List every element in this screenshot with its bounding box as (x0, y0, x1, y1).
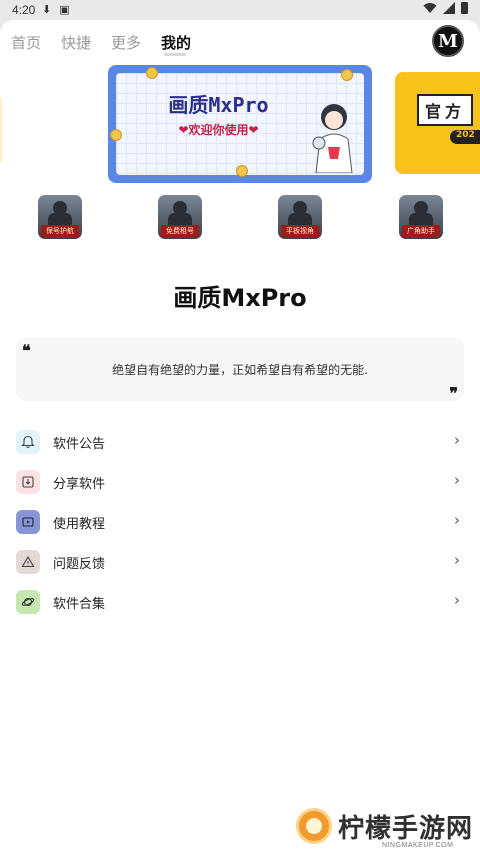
app-label: 免费租号 (161, 225, 199, 237)
warning-icon (16, 550, 40, 574)
menu-label: 使用教程 (53, 517, 106, 532)
banner-title: 画质MxPro (168, 93, 269, 117)
settings-menu: 软件公告 › 分享软件 › 使用教程 › 问题反馈 › 软件合集 › (0, 422, 480, 622)
download-box-icon (16, 470, 40, 494)
app-shortcut-protect[interactable]: 保号护航 (38, 195, 82, 239)
anime-girl-illustration (312, 104, 353, 173)
video-icon (16, 510, 40, 534)
quote-text: 绝望自有绝望的力量，正如希望自有希望的无能. (112, 363, 368, 377)
menu-item-feedback[interactable]: 问题反馈 › (0, 542, 480, 582)
planet-icon (16, 590, 40, 614)
banner-side-year: 202 (450, 130, 480, 144)
app-shortcut-tablet-view[interactable]: 平板视角 (278, 195, 322, 239)
menu-label: 软件公告 (53, 437, 106, 452)
chevron-right-icon: › (454, 591, 460, 609)
app-label: 保号护航 (41, 225, 79, 237)
menu-item-announcement[interactable]: 软件公告 › (0, 422, 480, 462)
app-logo[interactable]: M (432, 25, 464, 57)
app-shortcut-wide-angle[interactable]: 广角助手 (399, 195, 443, 239)
logo-letter: M (438, 30, 458, 52)
menu-label: 软件合集 (53, 597, 106, 612)
tab-indicator (164, 53, 186, 56)
app-label: 广角助手 (402, 225, 440, 237)
quote-close-icon: ❞ (449, 384, 458, 403)
banner-prev-peek[interactable] (0, 95, 2, 165)
battery-icon (461, 2, 468, 14)
menu-item-collection[interactable]: 软件合集 › (0, 582, 480, 622)
tab-more[interactable]: 更多 (111, 32, 141, 53)
app-shortcut-free-rent[interactable]: 免费租号 (158, 195, 202, 239)
coin-icon (341, 69, 353, 81)
coin-icon (236, 165, 248, 177)
menu-label: 问题反馈 (53, 557, 106, 572)
tab-home[interactable]: 首页 (11, 32, 41, 53)
signal-icon (443, 2, 455, 14)
menu-label: 分享软件 (53, 477, 106, 492)
tab-shortcuts[interactable]: 快捷 (61, 32, 91, 53)
tab-mine[interactable]: 我的 (161, 32, 191, 53)
app-notification-icon: ▣ (59, 3, 70, 16)
chevron-right-icon: › (454, 431, 460, 449)
site-watermark: 柠檬手游网 NINGMAKEUP.COM (296, 806, 476, 853)
quote-card: ❝ 绝望自有绝望的力量，正如希望自有希望的无能. ❞ (16, 337, 464, 403)
chevron-right-icon: › (454, 551, 460, 569)
bell-icon (16, 430, 40, 454)
banner-main[interactable]: 画质MxPro ❤欢迎你使用❤ (108, 65, 372, 183)
lemon-logo-icon (296, 808, 332, 844)
app-title: 画质MxPro (173, 284, 307, 312)
page-card: 首页 快捷 更多 我的 M 画质MxPro ❤欢迎你使用❤ 官方 202 保号护… (0, 20, 480, 853)
menu-item-share[interactable]: 分享软件 › (0, 462, 480, 502)
coin-icon (146, 67, 158, 79)
quote-open-icon: ❝ (22, 341, 31, 360)
app-shortcuts: 保号护航 免费租号 平板视角 广角助手 (0, 195, 480, 241)
top-nav: 首页 快捷 更多 我的 M (0, 20, 480, 66)
download-icon: ⬇ (42, 3, 52, 16)
status-time: 4:20 (12, 3, 36, 17)
wifi-icon (423, 3, 437, 13)
watermark-text: 柠檬手游网 (338, 814, 474, 844)
banner-next-peek[interactable]: 官方 202 (395, 72, 480, 174)
watermark-url: NINGMAKEUP.COM (382, 842, 454, 849)
banner-side-tag: 官方 (417, 94, 474, 126)
status-bar: 4:20 ⬇ ▣ (0, 0, 480, 20)
app-label: 平板视角 (281, 225, 319, 237)
chevron-right-icon: › (454, 471, 460, 489)
menu-item-tutorial[interactable]: 使用教程 › (0, 502, 480, 542)
chevron-right-icon: › (454, 511, 460, 529)
banner-subtitle: ❤欢迎你使用❤ (178, 123, 259, 137)
